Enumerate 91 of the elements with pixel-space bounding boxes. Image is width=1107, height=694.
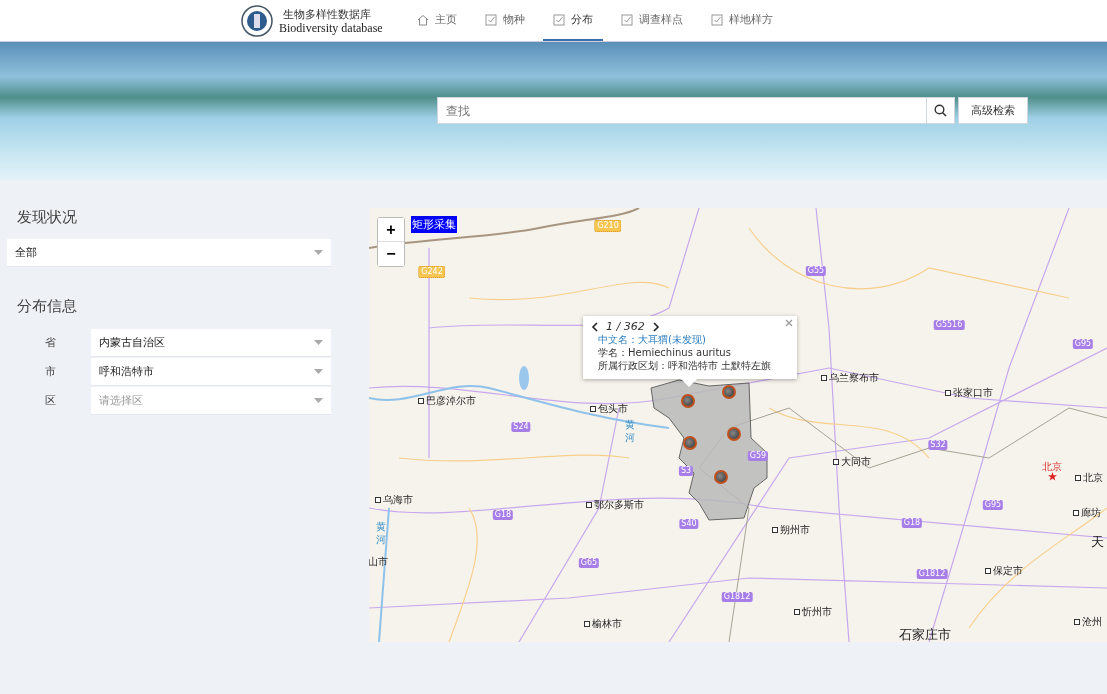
road-shield: G1812: [916, 569, 948, 579]
city-label: 榆林市: [592, 617, 622, 631]
logo-emblem-icon: [241, 4, 273, 37]
nav-tab[interactable]: 样地样方: [700, 0, 783, 41]
nav-tab[interactable]: 物种: [474, 0, 535, 41]
caret-icon: [314, 339, 323, 345]
checkbox-icon: [484, 13, 497, 26]
city-label: 石家庄市: [899, 626, 951, 642]
city-marker-icon: [1073, 510, 1079, 516]
city-label: 天: [1091, 533, 1104, 551]
logo-title: 生物多样性数据库: [282, 6, 372, 21]
capital-label: 北京: [1042, 461, 1062, 472]
city-marker-icon: [586, 502, 592, 508]
city-marker-icon: [418, 398, 424, 404]
road-shield: S40: [679, 519, 699, 529]
road-shield: G18: [492, 510, 514, 520]
city-marker-icon: [821, 375, 827, 381]
field-label: 市: [45, 364, 57, 379]
road-shield: G18: [901, 518, 923, 528]
species-name-link[interactable]: 中文名：大耳猬(未发现): [591, 333, 789, 346]
advanced-search-button[interactable]: 高级检索: [958, 97, 1028, 124]
caret-icon: [314, 397, 323, 403]
road-shield: G55: [805, 266, 827, 276]
city-label: 巴彦淖尔市: [426, 394, 476, 408]
city-marker-icon: [375, 497, 381, 503]
caret-icon: [314, 250, 323, 255]
scientific-name: 学名：Hemiechinus auritus: [597, 346, 732, 359]
road-shield: G1812: [721, 592, 753, 602]
chevron-right-icon: [652, 321, 660, 332]
nav-tab[interactable]: 调查样点: [610, 0, 693, 41]
city-marker-icon: [584, 621, 590, 627]
field-label: 省: [45, 335, 57, 350]
city-label: 北京: [1083, 471, 1103, 485]
city-label: 保定市: [993, 564, 1023, 578]
close-button[interactable]: [785, 319, 793, 327]
river-label: 黄河: [625, 418, 635, 444]
nav-tab[interactable]: 主页: [406, 0, 467, 41]
road-shield: G95: [1072, 339, 1094, 349]
city-label: 沧州: [1082, 615, 1102, 629]
search-field[interactable]: 查找: [437, 97, 927, 124]
previous-button[interactable]: [591, 321, 598, 332]
logo-subtitle: Biodiversity database: [279, 20, 383, 35]
status-select[interactable]: 全部: [7, 239, 331, 267]
city-label: 大同市: [841, 455, 871, 469]
city-marker-icon: [1075, 475, 1081, 481]
zoom-in-button[interactable]: +: [378, 218, 404, 242]
road-shield: G5516: [933, 320, 965, 330]
city-label: 鄂尔多斯市: [594, 498, 644, 512]
city-marker-icon: [794, 609, 800, 615]
city-marker-icon: [985, 568, 991, 574]
road-shield: G65: [578, 558, 600, 568]
star-icon: [1047, 472, 1057, 481]
rectangle-select-tool[interactable]: 矩形采集: [411, 216, 457, 233]
region-select[interactable]: 内蒙古自治区: [91, 328, 331, 357]
city-label: 包头市: [598, 402, 628, 416]
city-marker-icon: [1074, 619, 1080, 625]
city-label: 乌海市: [383, 493, 413, 507]
city-marker-icon: [945, 390, 951, 396]
field-label: 区: [45, 393, 57, 408]
city-label: 山市: [369, 555, 388, 569]
checkbox-icon: [552, 13, 565, 26]
city-marker-icon: [772, 527, 778, 533]
search-button[interactable]: [927, 97, 955, 124]
city-label: 廊坊: [1081, 506, 1101, 520]
river-label: 黄河: [376, 520, 386, 546]
section-title: 分布信息: [16, 297, 78, 316]
city-label: 忻州市: [802, 605, 832, 619]
section-title: 发现状况: [16, 208, 78, 227]
chevron-left-icon: [591, 321, 598, 332]
road-shield: G210: [594, 220, 622, 232]
road-shield: G59: [747, 451, 769, 461]
road-shield: S3: [678, 466, 694, 476]
checkbox-icon: [710, 13, 723, 26]
admin-region: 所属行政区划：呼和浩特市 土默特左旗: [597, 359, 773, 372]
road-shield: G95: [982, 500, 1004, 510]
city-marker-icon: [590, 406, 596, 412]
pager-text: 1 / 362: [606, 320, 645, 333]
city-label: 朔州市: [780, 523, 810, 537]
city-label: 乌兰察布市: [829, 371, 879, 385]
road-shield: S24: [511, 422, 531, 432]
home-icon: [416, 13, 429, 26]
region-select[interactable]: 呼和浩特市: [91, 357, 331, 386]
caret-icon: [314, 368, 323, 374]
road-shield: G242: [418, 266, 446, 278]
close-icon: [785, 319, 793, 327]
city-label: 张家口市: [953, 386, 993, 400]
checkbox-icon: [620, 13, 633, 26]
search-icon: [934, 104, 947, 117]
city-marker-icon: [833, 459, 839, 465]
next-button[interactable]: [652, 321, 660, 332]
road-shield: S32: [928, 440, 948, 450]
